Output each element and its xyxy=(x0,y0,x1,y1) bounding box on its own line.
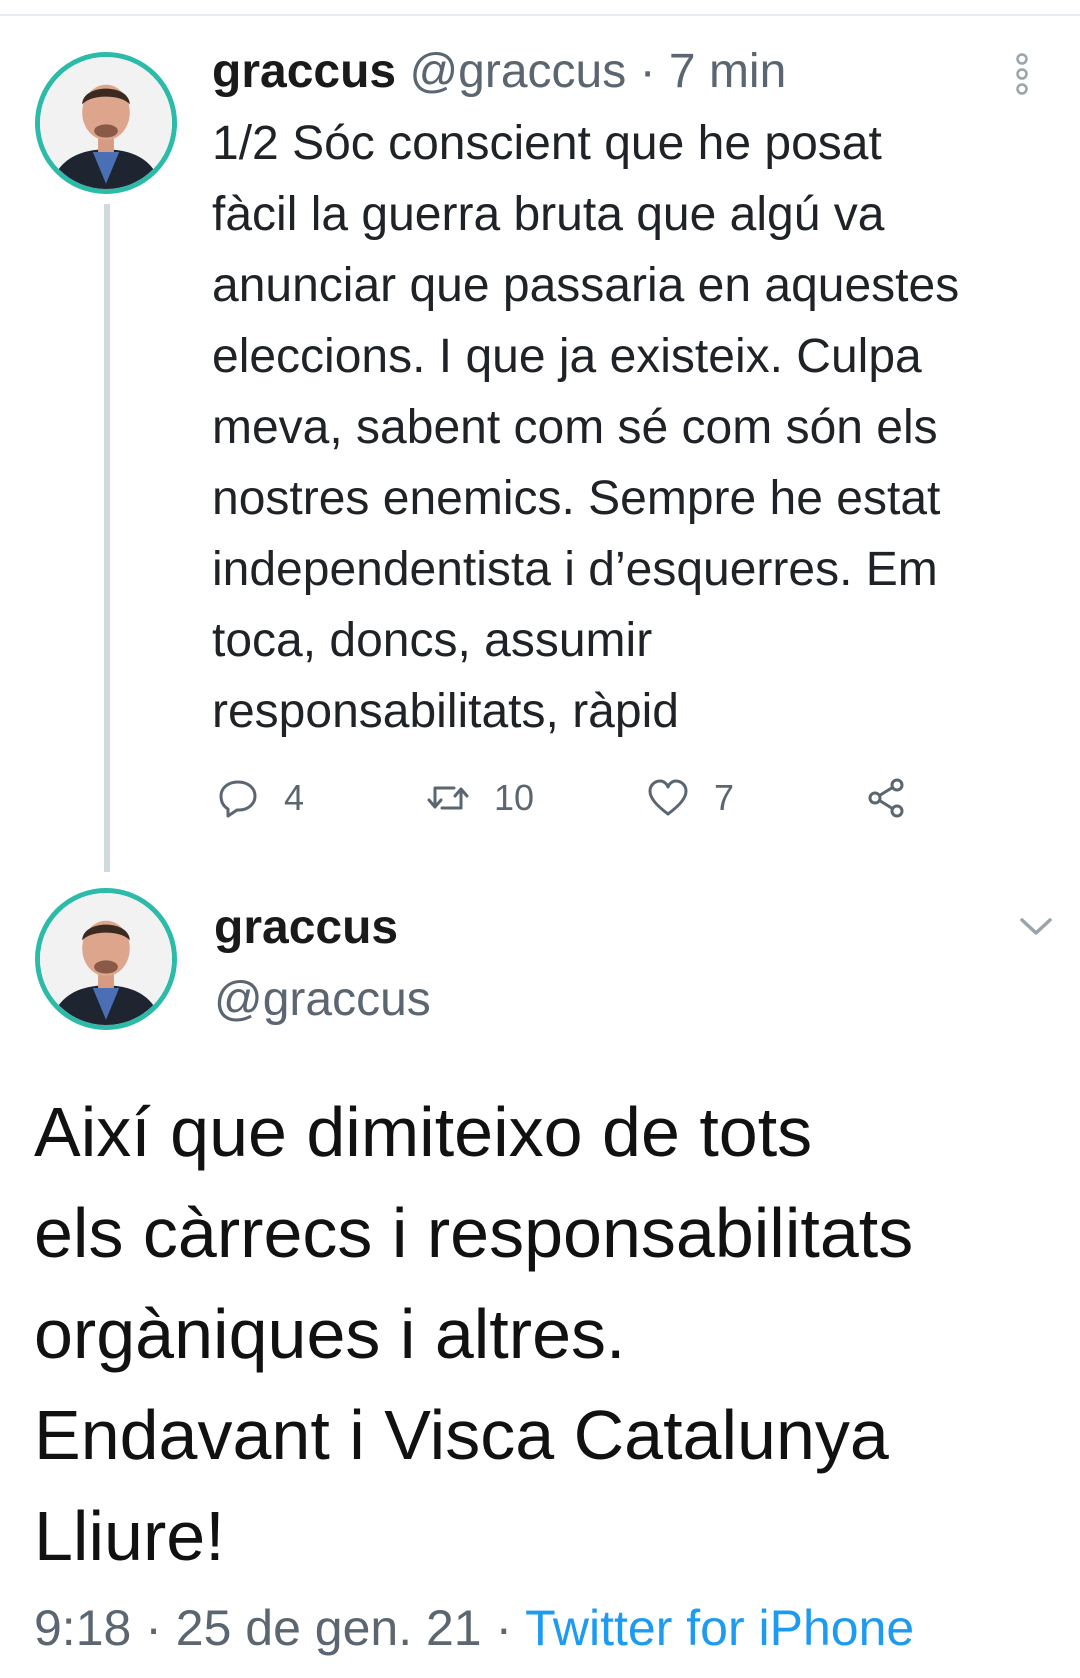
tweet2-meta: 9:18 · 25 de gen. 21 · Twitter for iPhon… xyxy=(34,1596,914,1660)
handle[interactable]: @graccus xyxy=(409,45,626,98)
retweet-button[interactable]: 10 xyxy=(426,776,534,820)
date[interactable]: 25 de gen. 21 xyxy=(176,1600,482,1656)
heart-icon xyxy=(648,779,688,816)
separator: · xyxy=(131,1600,176,1656)
timestamp[interactable]: 7 min xyxy=(669,45,786,98)
separator: · xyxy=(626,45,669,98)
reply-icon xyxy=(219,780,257,818)
share-button[interactable] xyxy=(864,776,908,820)
avatar[interactable] xyxy=(35,888,177,1030)
retweet-count: 10 xyxy=(494,777,535,818)
tweet1-text: 1/2 Sóc conscient que he posat fàcil la … xyxy=(212,117,960,738)
profile-photo xyxy=(40,893,172,1025)
tweet1-header: graccus @graccus · 7 min xyxy=(212,40,786,104)
like-count: 7 xyxy=(714,777,735,818)
chevron-down-icon[interactable] xyxy=(1016,912,1056,940)
time: 9:18 xyxy=(34,1600,132,1656)
share-icon xyxy=(868,778,904,818)
avatar[interactable] xyxy=(35,52,177,194)
display-name[interactable]: graccus xyxy=(212,45,396,98)
tweet1-actions: 4 10 7 xyxy=(0,772,1080,828)
retweet-icon xyxy=(427,786,469,810)
source-link[interactable]: Twitter for iPhone xyxy=(525,1600,914,1656)
handle[interactable]: @graccus xyxy=(214,968,431,1032)
separator: · xyxy=(481,1600,526,1656)
reply-count: 4 xyxy=(284,777,305,818)
like-button[interactable]: 7 xyxy=(646,776,734,820)
more-vertical-icon[interactable] xyxy=(1010,52,1034,96)
profile-photo xyxy=(40,57,172,189)
display-name[interactable]: graccus xyxy=(214,896,398,960)
tweet2-text: Així que dimiteixo de tots els càrrecs i… xyxy=(34,1093,914,1575)
reply-button[interactable]: 4 xyxy=(216,776,304,820)
top-divider xyxy=(0,14,1080,16)
